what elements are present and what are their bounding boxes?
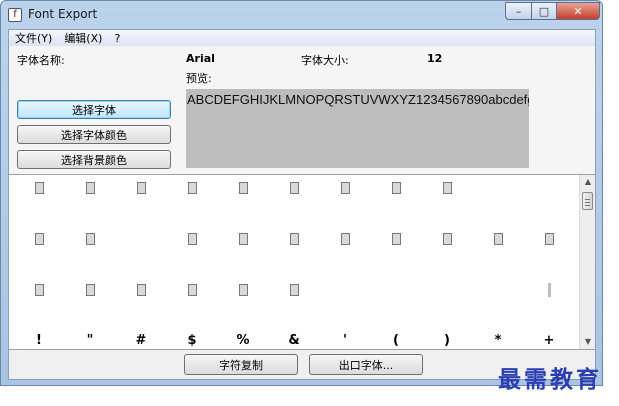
missing-glyph-icon[interactable] <box>440 231 454 247</box>
window-title: Font Export <box>28 7 98 21</box>
missing-glyph-icon[interactable] <box>440 180 454 196</box>
glyph-cell[interactable]: & <box>287 333 301 349</box>
missing-glyph-icon[interactable] <box>338 231 352 247</box>
font-size-value: 12 <box>427 52 443 65</box>
app-icon[interactable]: f <box>8 8 22 22</box>
glyph-grid: ! " # $% & ' () * + ▲ ▼ <box>9 174 595 350</box>
glyph-cell[interactable]: ( <box>389 333 403 349</box>
missing-glyph-icon[interactable] <box>491 231 505 247</box>
glyph-cell[interactable]: ) <box>440 333 454 349</box>
glyph-cells: ! " # $% & ' () * + <box>9 175 579 349</box>
client-area: 文件(Y) 编辑(X) ? 字体名称: Arial 字体大小: 12 预览: 选… <box>8 29 596 380</box>
watermark: 最需教育 <box>498 366 602 393</box>
glyph-cell[interactable]: " <box>83 333 97 349</box>
missing-glyph-icon[interactable] <box>287 231 301 247</box>
missing-glyph-icon[interactable] <box>134 180 148 196</box>
missing-glyph-icon[interactable] <box>32 282 46 298</box>
missing-glyph-icon[interactable] <box>32 231 46 247</box>
missing-glyph-icon[interactable] <box>389 180 403 196</box>
missing-glyph-icon[interactable] <box>83 282 97 298</box>
font-name-value: Arial <box>186 52 215 65</box>
close-button[interactable]: ✕ <box>556 2 600 20</box>
select-font-color-button[interactable]: 选择字体颜色 <box>17 125 171 144</box>
preview-label: 预览: <box>186 72 212 85</box>
missing-glyph-icon[interactable] <box>287 282 301 298</box>
missing-glyph-icon[interactable] <box>185 231 199 247</box>
missing-glyph-icon[interactable] <box>134 282 148 298</box>
scroll-down-icon[interactable]: ▼ <box>580 335 595 349</box>
font-settings-panel: 字体名称: Arial 字体大小: 12 预览: 选择字体 选择字体颜色 选择背… <box>9 46 595 191</box>
scroll-thumb[interactable] <box>582 192 593 210</box>
glyph-cell[interactable]: ! <box>32 333 46 349</box>
export-font-button[interactable]: 出口字体... <box>309 354 423 375</box>
menu-edit[interactable]: 编辑(X) <box>58 30 108 46</box>
missing-glyph-icon[interactable] <box>83 231 97 247</box>
missing-glyph-icon[interactable] <box>185 180 199 196</box>
preview-text: ABCDEFGHIJKLMNOPQRSTUVWXYZ1234567890abcd… <box>187 92 529 107</box>
font-preview-box: ABCDEFGHIJKLMNOPQRSTUVWXYZ1234567890abcd… <box>186 89 529 168</box>
glyph-cell[interactable]: # <box>134 333 148 349</box>
missing-glyph-icon[interactable] <box>185 282 199 298</box>
maximize-button[interactable]: □ <box>531 2 556 20</box>
glyph-cell[interactable]: * <box>491 333 505 349</box>
missing-glyph-icon[interactable] <box>287 180 301 196</box>
missing-glyph-icon[interactable] <box>389 231 403 247</box>
minimize-button[interactable]: – <box>505 2 531 20</box>
missing-glyph-icon[interactable] <box>542 282 556 298</box>
font-size-label: 字体大小: <box>301 54 349 67</box>
scroll-up-icon[interactable]: ▲ <box>580 175 595 189</box>
glyph-cell[interactable]: ' <box>338 333 352 349</box>
menu-bar: 文件(Y) 编辑(X) ? <box>9 30 595 46</box>
missing-glyph-icon[interactable] <box>236 231 250 247</box>
menu-help[interactable]: ? <box>108 32 126 45</box>
select-background-color-button[interactable]: 选择背景颜色 <box>17 150 171 169</box>
missing-glyph-icon[interactable] <box>236 282 250 298</box>
missing-glyph-icon[interactable] <box>236 180 250 196</box>
missing-glyph-icon[interactable] <box>83 180 97 196</box>
copy-characters-button[interactable]: 字符复制 <box>184 354 298 375</box>
font-name-label: 字体名称: <box>17 54 65 67</box>
title-bar[interactable]: f Font Export – □ ✕ <box>1 1 602 29</box>
glyph-cell[interactable]: % <box>236 333 250 349</box>
vertical-scrollbar[interactable]: ▲ ▼ <box>579 175 595 349</box>
missing-glyph-icon[interactable] <box>32 180 46 196</box>
glyph-cell[interactable]: + <box>542 333 556 349</box>
window-controls: – □ ✕ <box>505 2 600 21</box>
menu-file[interactable]: 文件(Y) <box>9 30 58 46</box>
select-font-button[interactable]: 选择字体 <box>17 100 171 119</box>
glyph-cell[interactable]: $ <box>185 333 199 349</box>
missing-glyph-icon[interactable] <box>338 180 352 196</box>
app-window: f Font Export – □ ✕ 文件(Y) 编辑(X) ? 字体名称: … <box>0 0 603 386</box>
missing-glyph-icon[interactable] <box>542 231 556 247</box>
